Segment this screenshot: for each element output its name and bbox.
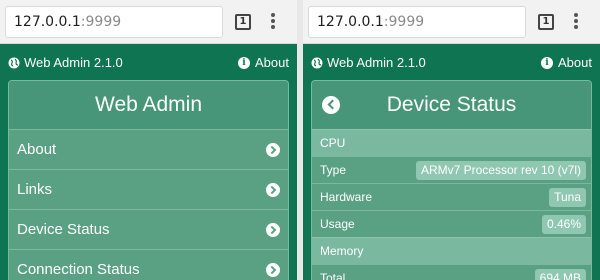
info-icon: i — [541, 56, 554, 69]
chevron-right-icon — [266, 263, 280, 277]
chevron-right-icon — [266, 183, 280, 197]
about-link-text: About — [255, 55, 289, 70]
status-key: Type — [320, 163, 347, 177]
menu-item-about[interactable]: About — [9, 129, 288, 169]
url-bar[interactable]: 127.0.0.1:9999 — [5, 6, 223, 38]
app-brand-link[interactable]: Web Admin 2.1.0 — [8, 55, 123, 70]
app-brand-text: Web Admin 2.1.0 — [24, 55, 123, 70]
phone-left: 127.0.0.1:9999 1 Web Admin 2.1.0 i About… — [0, 0, 297, 280]
app-header: Web Admin 2.1.0 i About — [0, 44, 297, 78]
panel-title-text: Device Status — [386, 93, 517, 116]
section-cpu: CPU — [312, 129, 591, 156]
globe-icon — [8, 57, 20, 68]
tabs-count-icon[interactable]: 1 — [235, 14, 251, 30]
menu-item-label: About — [17, 141, 57, 158]
about-link-text: About — [558, 55, 592, 70]
app-brand-link[interactable]: Web Admin 2.1.0 — [311, 55, 426, 70]
status-value-badge: 694 MB — [534, 269, 586, 280]
status-value-badge: ARMv7 Processor rev 10 (v7l) — [415, 161, 586, 180]
status-key: Total — [320, 271, 346, 280]
status-row-usage: Usage 0.46% — [312, 210, 591, 237]
chevron-right-icon — [266, 143, 280, 157]
url-port: :9999 — [80, 14, 122, 30]
status-value-badge: 0.46% — [541, 215, 586, 234]
device-status-panel: Device Status CPU Type ARMv7 Processor r… — [311, 80, 592, 280]
phone-right: 127.0.0.1:9999 1 Web Admin 2.1.0 i About… — [303, 0, 600, 280]
panel-title: Web Admin — [9, 81, 288, 129]
chevron-right-icon — [266, 223, 280, 237]
url-bar[interactable]: 127.0.0.1:9999 — [308, 6, 526, 38]
browser-toolbar: 127.0.0.1:9999 1 — [303, 0, 600, 44]
status-row-hardware: Hardware Tuna — [312, 183, 591, 210]
browser-toolbar: 127.0.0.1:9999 1 — [0, 0, 297, 44]
url-port: :9999 — [383, 14, 425, 30]
app-brand-text: Web Admin 2.1.0 — [327, 55, 426, 70]
overflow-menu-icon[interactable] — [270, 12, 276, 32]
status-key: Hardware — [320, 190, 373, 204]
url-host: 127.0.0.1 — [14, 14, 81, 30]
app-header: Web Admin 2.1.0 i About — [303, 44, 600, 78]
menu-item-links[interactable]: Links — [9, 169, 288, 209]
about-link[interactable]: i About — [541, 55, 592, 70]
back-arrow-icon[interactable] — [322, 96, 340, 114]
about-link[interactable]: i About — [238, 55, 289, 70]
panel-title: Device Status — [312, 81, 591, 129]
status-row-type: Type ARMv7 Processor rev 10 (v7l) — [312, 156, 591, 183]
menu-item-label: Links — [17, 181, 53, 198]
status-value-badge: Tuna — [549, 188, 586, 207]
status-row-total: Total 694 MB — [312, 264, 591, 280]
tabs-count-icon[interactable]: 1 — [538, 14, 554, 30]
overflow-menu-icon[interactable] — [573, 12, 579, 32]
menu-item-label: Device Status — [17, 221, 110, 238]
url-host: 127.0.0.1 — [317, 14, 384, 30]
info-icon: i — [238, 56, 251, 69]
menu-item-label: Connection Status — [17, 261, 140, 278]
main-menu-panel: Web Admin About Links Device Status Conn… — [8, 80, 289, 280]
menu-item-connection-status[interactable]: Connection Status — [9, 249, 288, 280]
globe-icon — [311, 57, 323, 68]
menu-item-device-status[interactable]: Device Status — [9, 209, 288, 249]
status-key: Usage — [320, 217, 355, 231]
section-memory: Memory — [312, 237, 591, 264]
